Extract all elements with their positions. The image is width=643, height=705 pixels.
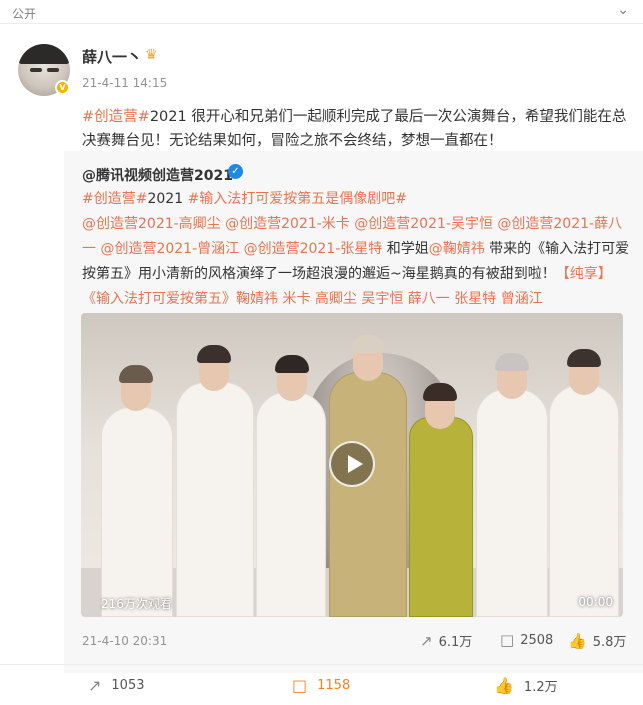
performer	[176, 382, 254, 617]
performer	[101, 407, 173, 617]
hashtag-link[interactable]: #创造营#	[82, 191, 147, 207]
play-button-icon[interactable]	[329, 441, 375, 487]
share-icon: ↗	[88, 676, 102, 695]
performer-yellow-dress	[409, 417, 473, 617]
like-count: 1.2万	[523, 680, 558, 695]
performer-hair	[275, 355, 309, 373]
hashtag-link[interactable]: #输入法打可爱按第五是偶像剧吧#	[188, 191, 407, 207]
comment-count: 1158	[317, 678, 351, 693]
repost-share-button[interactable]: ↗ 6.1万	[420, 631, 473, 651]
comment-icon: □	[292, 676, 308, 695]
repost-author[interactable]: @腾讯视频创造营2021	[82, 165, 233, 185]
hashtag-link[interactable]: #创造营#	[82, 109, 150, 125]
and-sister-text: 和学姐	[382, 241, 429, 257]
divider	[0, 664, 643, 665]
repost-comment-button[interactable]: □ 2508	[500, 631, 553, 649]
chevron-down-icon[interactable]: ⌄	[617, 2, 629, 18]
author-name[interactable]: 薛八一丶	[82, 46, 142, 67]
performer	[549, 385, 619, 617]
comment-icon: □	[500, 631, 515, 649]
crown-icon: ♛	[145, 47, 158, 63]
comment-button[interactable]: □ 1158	[292, 676, 350, 695]
post-body: 2021 很开心和兄弟们一起顺利完成了最后一次公演舞台，希望我们能在总决赛舞台见…	[82, 109, 627, 149]
mention-link[interactable]: @鞠婧祎	[429, 241, 485, 257]
like-button[interactable]: 👍 1.2万	[494, 676, 558, 695]
repost-time[interactable]: 21-4-10 20:31	[82, 634, 167, 648]
repost-like-button[interactable]: 👍 5.8万	[568, 631, 627, 651]
performer-hair	[351, 335, 385, 353]
share-count: 1053	[111, 678, 145, 693]
thumbs-up-icon: 👍	[494, 676, 514, 695]
performer-gold-jacket	[329, 372, 407, 617]
repost-like-count: 5.8万	[592, 635, 627, 650]
performer	[256, 392, 326, 617]
thumbs-up-icon: 👍	[568, 631, 587, 650]
performer-hair	[495, 353, 529, 371]
performer	[476, 389, 548, 617]
visibility-label: 公开	[12, 7, 37, 21]
repost-comment-count: 2508	[520, 632, 554, 648]
performer-hair	[119, 365, 153, 383]
video-views: 216万次观看	[101, 597, 172, 611]
post-text: #创造营#2021 很开心和兄弟们一起顺利完成了最后一次公演舞台，希望我们能在总…	[82, 105, 630, 153]
reposted-card: @腾讯视频创造营2021 ✓ #创造营#2021 #输入法打可爱按第五是偶像剧吧…	[64, 151, 643, 673]
video-duration: 00:00	[578, 595, 613, 609]
verified-check-icon: ✓	[228, 164, 243, 179]
repost-text: #创造营#2021 #输入法打可爱按第五是偶像剧吧# @创造营2021-高卿尘 @…	[82, 187, 630, 312]
share-button[interactable]: ↗ 1053	[88, 676, 145, 695]
top-bar: 公开 ⌄	[0, 0, 643, 24]
performer-hair	[197, 345, 231, 363]
share-icon: ↗	[420, 631, 433, 650]
performer-hair	[567, 349, 601, 367]
repost-share-count: 6.1万	[438, 635, 473, 650]
hashtag-tail: 2021	[147, 191, 184, 207]
post-time[interactable]: 21-4-11 14:15	[82, 76, 167, 90]
verified-badge-icon: V	[55, 80, 70, 95]
video-player[interactable]: 216万次观看 00:00	[81, 313, 623, 617]
performer-hair	[423, 383, 457, 401]
